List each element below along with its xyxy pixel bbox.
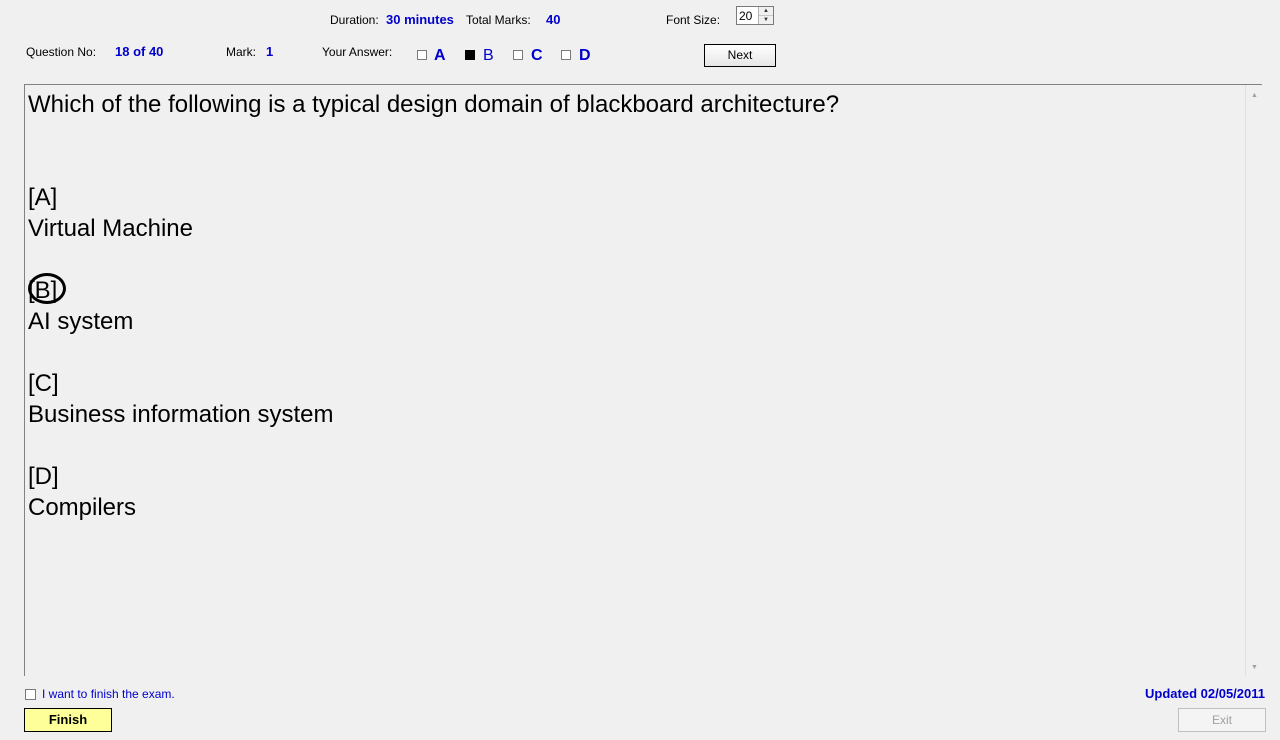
finish-exam-label[interactable]: I want to finish the exam. [42,687,175,701]
duration-label: Duration: [330,13,379,27]
option-b-text: AI system [28,308,134,335]
finish-exam-checkbox[interactable] [25,689,36,700]
scroll-down-icon[interactable]: ▼ [1246,659,1263,676]
option-c-tag: [C] [28,370,59,397]
option-d-text: Compilers [28,494,137,521]
option-b-tag: [B] [28,273,66,305]
answer-d-checkbox[interactable] [561,50,571,60]
answer-b-letter[interactable]: B [483,47,494,65]
font-size-label: Font Size: [666,13,721,27]
question-no-label: Question No: [26,45,97,59]
font-size-spinner[interactable]: 20 ▲ ▼ [736,6,774,25]
spinner-up-icon[interactable]: ▲ [759,7,773,16]
updated-text: Updated 02/05/2011 [1145,686,1265,701]
answer-a-checkbox[interactable] [417,50,427,60]
question-panel[interactable]: Which of the following is a typical desi… [24,84,1262,676]
exit-button[interactable]: Exit [1178,708,1266,732]
total-marks-label: Total Marks: [466,13,531,27]
duration-value: 30 minutes [386,12,454,27]
mark-value: 1 [266,44,274,59]
your-answer-label: Your Answer: [322,45,393,59]
vertical-scrollbar[interactable]: ▲ ▼ [1245,85,1262,676]
highlight-circle-icon [28,273,66,304]
question-text: Which of the following is a typical desi… [28,91,840,118]
option-d-tag: [D] [28,463,59,490]
font-size-spinner-arrows[interactable]: ▲ ▼ [758,7,773,24]
option-a-tag: [A] [28,184,58,211]
question-no-value: 18 of 40 [115,44,164,59]
answer-b-checkbox[interactable] [465,50,475,60]
total-marks-value: 40 [546,12,561,27]
mark-label: Mark: [226,45,256,59]
font-size-value[interactable]: 20 [739,9,752,23]
answer-a-letter[interactable]: A [434,47,446,65]
option-c-text: Business information system [28,401,334,428]
scroll-up-icon[interactable]: ▲ [1246,87,1263,104]
next-button[interactable]: Next [704,44,776,67]
answer-c-letter[interactable]: C [531,47,543,65]
answer-c-checkbox[interactable] [513,50,523,60]
spinner-down-icon[interactable]: ▼ [759,16,773,24]
option-a-text: Virtual Machine [28,215,193,242]
answer-d-letter[interactable]: D [579,47,591,65]
finish-button[interactable]: Finish [24,708,112,732]
